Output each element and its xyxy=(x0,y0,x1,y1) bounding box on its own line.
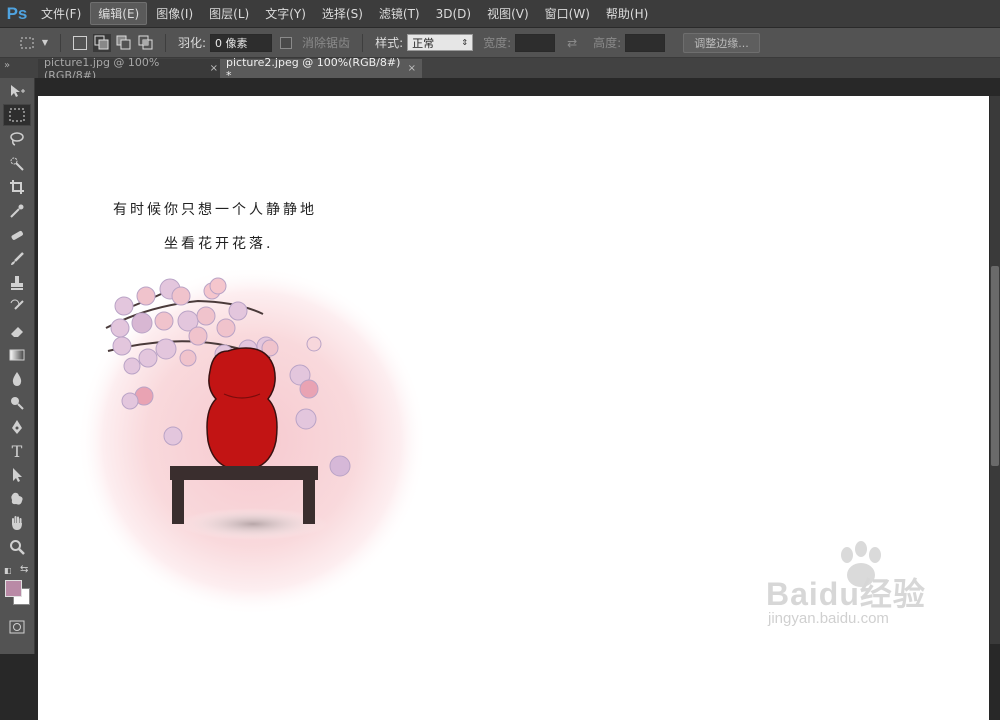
crop-icon[interactable] xyxy=(3,176,31,198)
width-input[interactable] xyxy=(515,33,556,52)
scrollbar-thumb[interactable] xyxy=(991,266,999,466)
menu-file[interactable]: 文件(F) xyxy=(34,3,88,24)
stamp-icon[interactable] xyxy=(3,272,31,294)
eraser-icon[interactable] xyxy=(3,320,31,342)
zoom-icon[interactable] xyxy=(3,536,31,558)
swap-colors-icon[interactable]: ⇆ xyxy=(20,564,28,575)
preset-dropdown-icon[interactable]: ▼ xyxy=(40,34,50,52)
menu-bar: Ps 文件(F) 编辑(E) 图像(I) 图层(L) 文字(Y) 选择(S) 滤… xyxy=(0,0,1000,28)
add-selection-icon[interactable] xyxy=(93,33,111,52)
options-bar: ▼ 羽化: 0 像素 消除锯齿 样式: 正常 ⇕ 宽度: ⇄ 高度: 调整边缘.… xyxy=(0,28,1000,58)
default-colors-icon[interactable]: ◧ xyxy=(4,566,12,575)
color-swatches xyxy=(0,578,34,608)
menu-select[interactable]: 选择(S) xyxy=(315,3,370,24)
eyedropper-icon[interactable] xyxy=(3,200,31,222)
app-logo: Ps xyxy=(6,3,28,23)
foreground-color[interactable] xyxy=(5,580,22,597)
brush-icon[interactable] xyxy=(3,248,31,270)
feather-input[interactable]: 0 像素 xyxy=(210,33,273,52)
new-selection-icon[interactable] xyxy=(71,34,89,52)
workspace: 有时候你只想一个人静静地 坐看花开花落. Baidu经验 jingyan.bai… xyxy=(35,78,1000,720)
hand-icon[interactable] xyxy=(3,512,31,534)
intersect-selection-icon[interactable] xyxy=(137,34,155,52)
caption-line-1: 有时候你只想一个人静静地 xyxy=(113,202,317,218)
menu-edit[interactable]: 编辑(E) xyxy=(90,2,148,25)
height-label: 高度: xyxy=(593,36,622,50)
width-label: 宽度: xyxy=(483,36,512,50)
dodge-icon[interactable] xyxy=(3,392,31,414)
lasso-icon[interactable] xyxy=(3,128,31,150)
document-tabs: » picture1.jpg @ 100%(RGB/8#) × picture2… xyxy=(0,56,1000,82)
menu-image[interactable]: 图像(I) xyxy=(149,3,200,24)
style-label: 样式: xyxy=(375,36,404,50)
menu-help[interactable]: 帮助(H) xyxy=(599,3,655,24)
quick-mask-icon[interactable] xyxy=(3,616,31,638)
style-select-value: 正常 xyxy=(412,36,435,50)
close-icon[interactable]: × xyxy=(408,63,416,74)
tools-panel: T ◧ ⇆ xyxy=(0,78,35,654)
refine-edge-button[interactable]: 调整边缘... xyxy=(683,32,760,53)
antialias-checkbox[interactable] xyxy=(280,36,293,49)
menu-filter[interactable]: 滤镜(T) xyxy=(372,3,427,24)
feather-label: 羽化: xyxy=(178,36,207,50)
style-select[interactable]: 正常 ⇕ xyxy=(407,34,474,51)
move-icon[interactable] xyxy=(3,80,31,102)
marquee-icon[interactable] xyxy=(3,104,31,126)
swap-icon[interactable]: ⇄ xyxy=(563,34,581,52)
watermark-url: jingyan.baidu.com xyxy=(768,610,889,627)
vertical-scrollbar[interactable] xyxy=(990,96,1000,644)
quick-select-icon[interactable] xyxy=(3,152,31,174)
gradient-icon[interactable] xyxy=(3,344,31,366)
subtract-selection-icon[interactable] xyxy=(115,34,133,52)
watermark-brand: Baidu经验 xyxy=(766,576,926,612)
document-canvas[interactable]: 有时候你只想一个人静静地 坐看花开花落. Baidu经验 jingyan.bai… xyxy=(38,96,989,720)
tab-picture1[interactable]: picture1.jpg @ 100%(RGB/8#) × xyxy=(38,56,224,82)
blur-icon[interactable] xyxy=(3,368,31,390)
red-hood-figure xyxy=(206,347,278,471)
menu-view[interactable]: 视图(V) xyxy=(480,3,536,24)
antialias-label: 消除锯齿 xyxy=(302,36,351,50)
select-arrows-icon: ⇕ xyxy=(461,38,469,47)
history-brush-icon[interactable] xyxy=(3,296,31,318)
healing-icon[interactable] xyxy=(3,224,31,246)
panel-collapse-icon[interactable]: » xyxy=(4,60,10,71)
shape-icon[interactable] xyxy=(3,488,31,510)
path-select-icon[interactable] xyxy=(3,464,31,486)
tab-picture2[interactable]: picture2.jpeg @ 100%(RGB/8#) * × xyxy=(220,56,422,82)
menu-window[interactable]: 窗口(W) xyxy=(538,3,597,24)
menu-layer[interactable]: 图层(L) xyxy=(202,3,256,24)
caption-line-2: 坐看花开花落. xyxy=(164,236,274,252)
close-icon[interactable]: × xyxy=(210,63,218,74)
menu-3d[interactable]: 3D(D) xyxy=(429,5,478,23)
height-input[interactable] xyxy=(625,33,666,52)
type-icon[interactable]: T xyxy=(3,440,31,462)
menu-type[interactable]: 文字(Y) xyxy=(258,3,313,24)
marquee-preset-icon[interactable] xyxy=(18,34,36,52)
pen-icon[interactable] xyxy=(3,416,31,438)
